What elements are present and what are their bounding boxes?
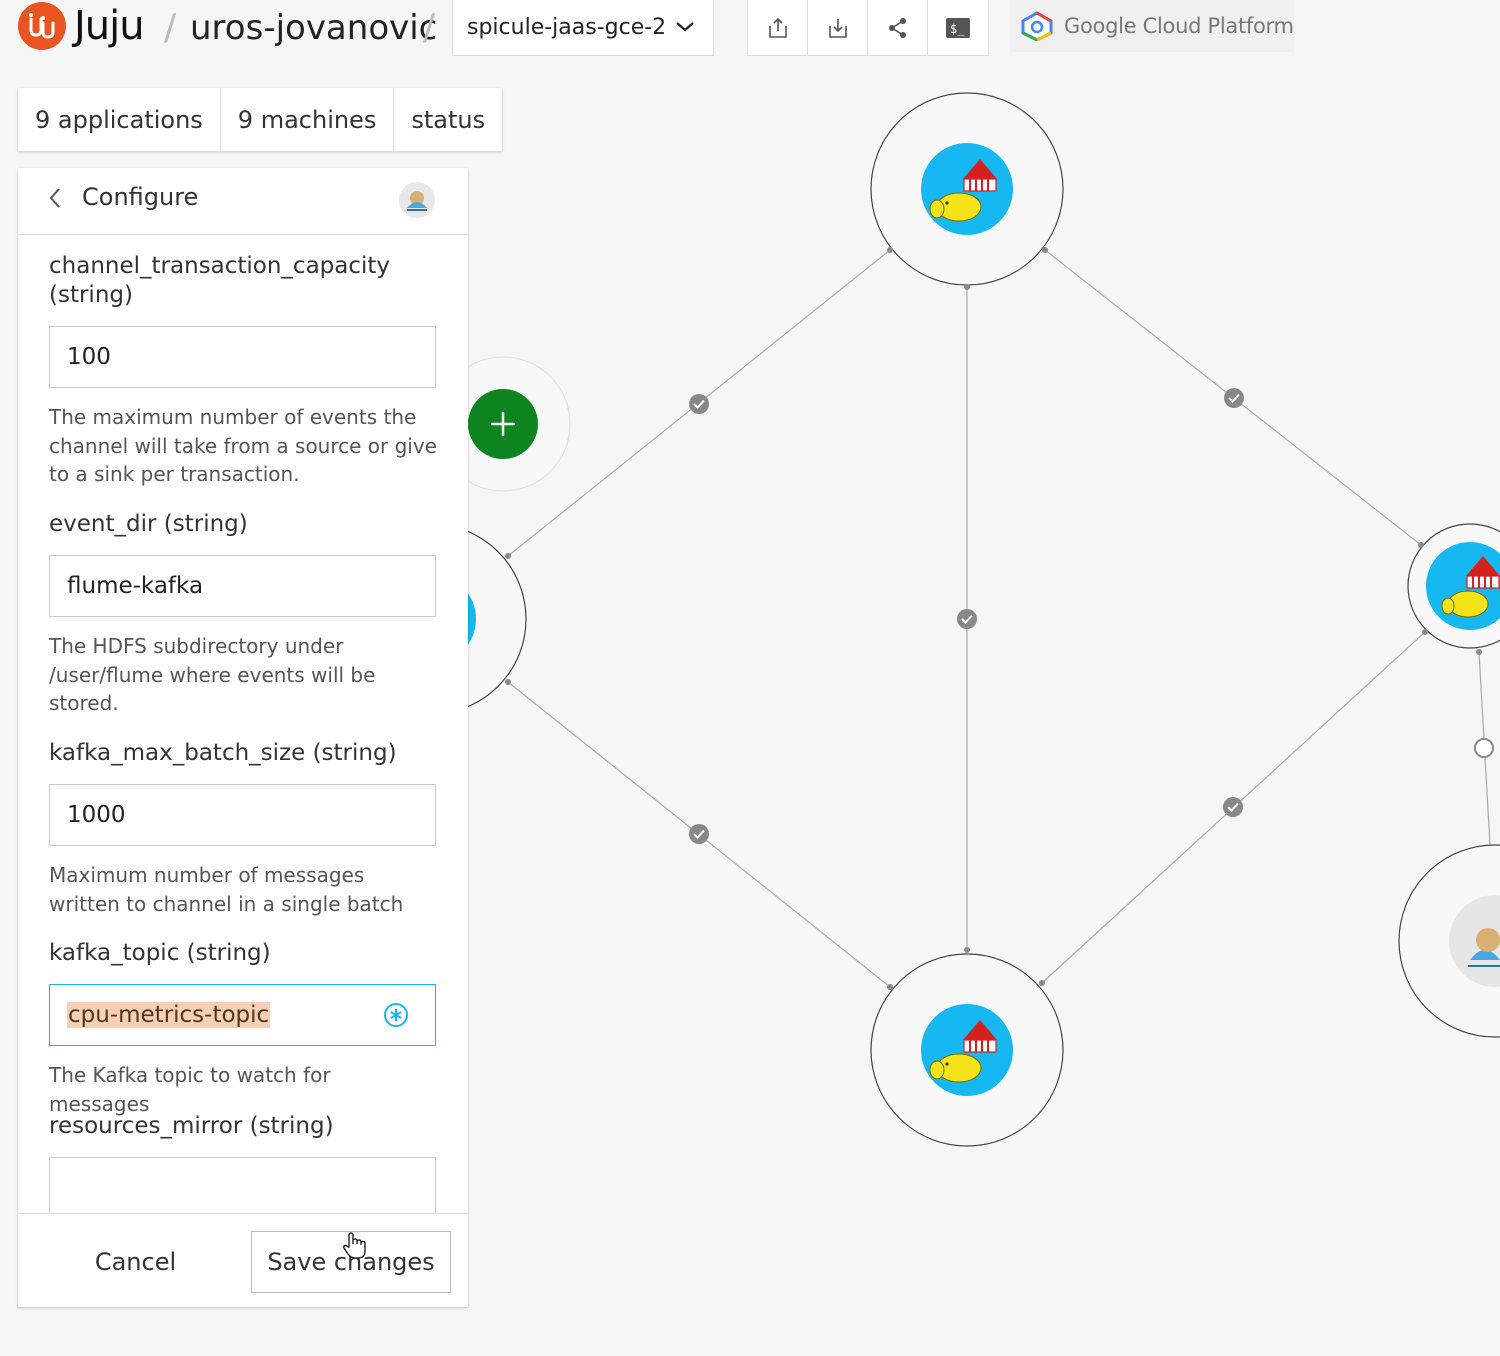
input-value: cpu-metrics-topic <box>67 1002 271 1028</box>
breadcrumb-user[interactable]: uros-jovanovic <box>190 2 437 54</box>
brand-name[interactable]: Juju <box>74 0 145 54</box>
panel-scroll-area[interactable]: channel_transaction_capacity (string) 10… <box>18 235 468 1213</box>
add-application-button[interactable] <box>468 389 538 459</box>
application-icon <box>399 182 435 218</box>
juju-logo-icon[interactable] <box>18 2 66 50</box>
header-toolbar: $_ <box>747 0 989 56</box>
cancel-button[interactable]: Cancel <box>48 1231 223 1293</box>
cloud-provider: Google Cloud Platform <box>1010 0 1294 52</box>
kafka-max-batch-size-input[interactable]: 1000 <box>49 784 436 846</box>
model-name: spicule-jaas-gce-2 <box>467 15 667 40</box>
chevron-down-icon <box>673 14 697 44</box>
tab-machines[interactable]: 9 machines <box>221 88 395 151</box>
tab-status[interactable]: status <box>394 88 502 151</box>
relation-status-ok-icon[interactable] <box>1223 797 1243 817</box>
config-field-resources-mirror: resources_mirror (string) <box>49 1112 437 1213</box>
field-label: resources_mirror (string) <box>49 1113 334 1139</box>
export-button[interactable] <box>748 0 808 55</box>
import-icon <box>828 18 847 38</box>
event-dir-input[interactable]: flume-kafka <box>49 555 436 617</box>
application-node-bottom[interactable] <box>870 947 1064 1147</box>
relation-status-pending-icon[interactable] <box>1474 738 1494 758</box>
field-label: channel_transaction_capacity (string) <box>49 253 391 308</box>
input-value: 100 <box>67 344 111 370</box>
kafka-topic-input[interactable]: cpu-metrics-topic <box>49 984 436 1046</box>
svg-text:$_: $_ <box>950 22 965 36</box>
model-summary-tabs: 9 applications 9 machines status <box>18 88 503 151</box>
share-button[interactable] <box>868 0 928 55</box>
resources-mirror-input[interactable] <box>49 1157 436 1213</box>
field-description: The Kafka topic to watch for messages <box>49 1063 331 1116</box>
config-field-kafka-max-batch-size: kafka_max_batch_size (string) 1000 Maxim… <box>49 739 437 916</box>
config-field-kafka-topic: kafka_topic (string) cpu-metrics-topic T… <box>49 939 437 1116</box>
configure-panel: Configure channel_transaction_capacity (… <box>18 168 468 1307</box>
field-description: The maximum number of events the channel… <box>49 405 438 486</box>
config-field-event-dir: event_dir (string) flume-kafka The HDFS … <box>49 510 437 715</box>
panel-header: Configure <box>18 168 468 235</box>
import-button[interactable] <box>808 0 868 55</box>
cloud-name: Google Cloud Platform <box>1064 14 1294 38</box>
field-description: Maximum number of messages written to ch… <box>49 863 404 916</box>
input-value: 1000 <box>67 802 126 828</box>
changed-indicator-icon <box>383 1002 409 1034</box>
relation-status-ok-icon[interactable] <box>689 824 709 844</box>
panel-footer: Cancel Save changes <box>18 1213 468 1307</box>
relation-status-ok-icon[interactable] <box>1224 388 1244 408</box>
terminal-button[interactable]: $_ <box>928 0 988 55</box>
breadcrumb-separator: / <box>423 7 436 48</box>
tab-applications[interactable]: 9 applications <box>18 88 221 151</box>
field-description: The HDFS subdirectory under /user/flume … <box>49 634 376 715</box>
field-label: kafka_max_batch_size (string) <box>49 740 397 766</box>
field-label: event_dir (string) <box>49 511 248 537</box>
hand-cursor-icon <box>343 1232 366 1259</box>
input-value: flume-kafka <box>67 573 204 599</box>
config-field-channel-transaction-capacity: channel_transaction_capacity (string) 10… <box>49 252 437 486</box>
export-icon <box>768 17 787 38</box>
terminal-icon: $_ <box>946 17 970 38</box>
panel-title: Configure <box>82 183 199 211</box>
application-node-top[interactable] <box>870 92 1064 290</box>
application-node-bottom-right[interactable] <box>1398 844 1500 1038</box>
relation-status-ok-icon[interactable] <box>957 609 977 629</box>
breadcrumb-separator: / <box>164 7 177 48</box>
relation-status-ok-icon[interactable] <box>689 394 709 414</box>
channel-transaction-capacity-input[interactable]: 100 <box>49 326 436 388</box>
google-cloud-icon <box>1021 11 1053 41</box>
back-icon[interactable] <box>46 186 64 214</box>
model-switcher[interactable]: spicule-jaas-gce-2 <box>452 0 714 56</box>
share-icon <box>888 17 906 38</box>
field-label: kafka_topic (string) <box>49 940 271 966</box>
